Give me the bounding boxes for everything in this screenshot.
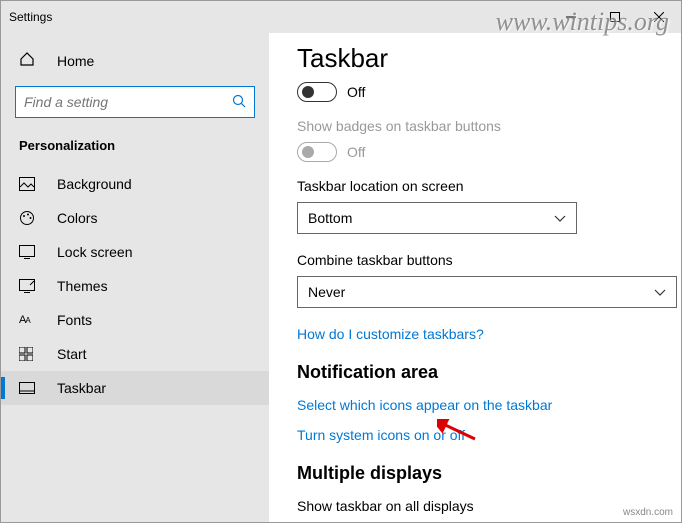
maximize-button[interactable] (593, 1, 637, 33)
select-icons-link[interactable]: Select which icons appear on the taskbar (297, 397, 653, 413)
combine-value: Never (308, 284, 345, 300)
lock-screen-icon (19, 245, 39, 259)
sidebar-home-label: Home (57, 53, 94, 69)
taskbar-icon (19, 382, 39, 394)
sidebar-item-label: Colors (57, 210, 97, 226)
sidebar-home[interactable]: Home (1, 43, 269, 78)
sidebar-item-taskbar[interactable]: Taskbar (1, 371, 269, 405)
sidebar-item-label: Fonts (57, 312, 92, 328)
search-input[interactable] (24, 94, 232, 110)
minimize-button[interactable] (549, 1, 593, 33)
fonts-icon: AA (19, 314, 39, 326)
background-icon (19, 177, 39, 191)
sidebar-category: Personalization (1, 132, 269, 167)
notification-area-title: Notification area (297, 362, 653, 383)
start-icon (19, 347, 39, 361)
chevron-down-icon (654, 284, 666, 300)
themes-icon (19, 279, 39, 293)
sidebar-item-fonts[interactable]: AA Fonts (1, 303, 269, 337)
colors-icon (19, 210, 39, 226)
sidebar-item-label: Themes (57, 278, 108, 294)
badges-heading: Show badges on taskbar buttons (297, 118, 653, 134)
page-title: Taskbar (297, 43, 653, 74)
location-heading: Taskbar location on screen (297, 178, 653, 194)
chevron-down-icon (554, 210, 566, 226)
home-icon (19, 51, 39, 70)
sidebar-item-label: Start (57, 346, 87, 362)
sidebar-item-start[interactable]: Start (1, 337, 269, 371)
location-value: Bottom (308, 210, 352, 226)
multi-heading: Show taskbar on all displays (297, 498, 653, 514)
multiple-displays-title: Multiple displays (297, 463, 653, 484)
content-pane: Taskbar Off Show badges on taskbar butto… (269, 33, 681, 522)
sidebar-item-lock-screen[interactable]: Lock screen (1, 235, 269, 269)
sidebar-item-label: Taskbar (57, 380, 106, 396)
sidebar-item-label: Lock screen (57, 244, 132, 260)
credit: wsxdn.com (623, 507, 673, 518)
taskbar-toggle-label: Off (347, 84, 365, 100)
window-title: Settings (9, 10, 52, 24)
sidebar-item-themes[interactable]: Themes (1, 269, 269, 303)
search-box[interactable] (15, 86, 255, 118)
system-icons-link[interactable]: Turn system icons on or off (297, 427, 653, 443)
sidebar-item-colors[interactable]: Colors (1, 201, 269, 235)
window-titlebar: Settings (1, 1, 681, 33)
customize-link[interactable]: How do I customize taskbars? (297, 326, 653, 342)
location-select[interactable]: Bottom (297, 202, 577, 234)
combine-select[interactable]: Never (297, 276, 677, 308)
sidebar-item-label: Background (57, 176, 132, 192)
taskbar-toggle[interactable] (297, 82, 337, 102)
badges-toggle-label: Off (347, 144, 365, 160)
close-button[interactable] (637, 1, 681, 33)
combine-heading: Combine taskbar buttons (297, 252, 653, 268)
search-icon (232, 94, 246, 111)
badges-toggle (297, 142, 337, 162)
sidebar-item-background[interactable]: Background (1, 167, 269, 201)
sidebar: Home Personalization Background Colors L… (1, 33, 269, 522)
